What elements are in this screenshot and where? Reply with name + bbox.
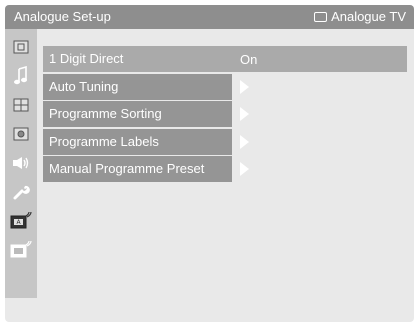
menu-item-1-digit-direct[interactable]: 1 Digit Direct [43,46,232,72]
picture-icon[interactable] [9,35,33,59]
speaker-icon[interactable] [9,151,33,175]
setting-value: On [240,51,258,67]
submenu-row [232,74,257,100]
chevron-right-icon [240,162,249,176]
source-indicator: Analogue TV [314,9,406,24]
chevron-right-icon [240,134,249,149]
tv-menu-frame: Analogue Set-up Analogue TV A 1 Digit Di… [5,5,414,322]
wrench-icon[interactable] [9,180,33,204]
submenu-row [232,156,257,182]
submenu-row [232,101,257,127]
menu-item-auto-tuning[interactable]: Auto Tuning [43,73,232,100]
chevron-right-icon [240,79,249,94]
submenu-row [232,129,257,155]
features-icon[interactable] [9,93,33,117]
menu-title: Analogue Set-up [14,9,111,24]
sidebar: A [5,29,37,298]
menu-item-label: Manual Programme Preset [49,161,205,176]
sound-icon[interactable] [9,64,33,88]
menu-item-programme-labels[interactable]: Programme Labels [43,128,232,155]
menu-item-label: Programme Sorting [49,106,162,121]
title-bar: Analogue Set-up Analogue TV [5,5,414,29]
value-1-digit-direct: On [232,46,257,72]
menu-item-manual-programme-preset[interactable]: Manual Programme Preset [43,156,232,182]
menu-values: On [232,46,257,184]
chevron-right-icon [240,107,249,121]
menu-list: 1 Digit Direct Auto Tuning Programme Sor… [43,46,232,184]
selected-row-highlight [232,46,407,72]
menu-item-programme-sorting[interactable]: Programme Sorting [43,101,232,127]
menu-item-label: Auto Tuning [49,78,119,94]
menu-item-label: 1 Digit Direct [49,51,124,66]
source-label: Analogue TV [331,9,406,24]
tv-icon [314,11,328,22]
digital-setup-icon[interactable] [9,238,33,262]
analogue-setup-icon[interactable]: A [9,209,33,233]
menu-item-label: Programme Labels [49,133,159,149]
settings-icon[interactable] [9,122,33,146]
